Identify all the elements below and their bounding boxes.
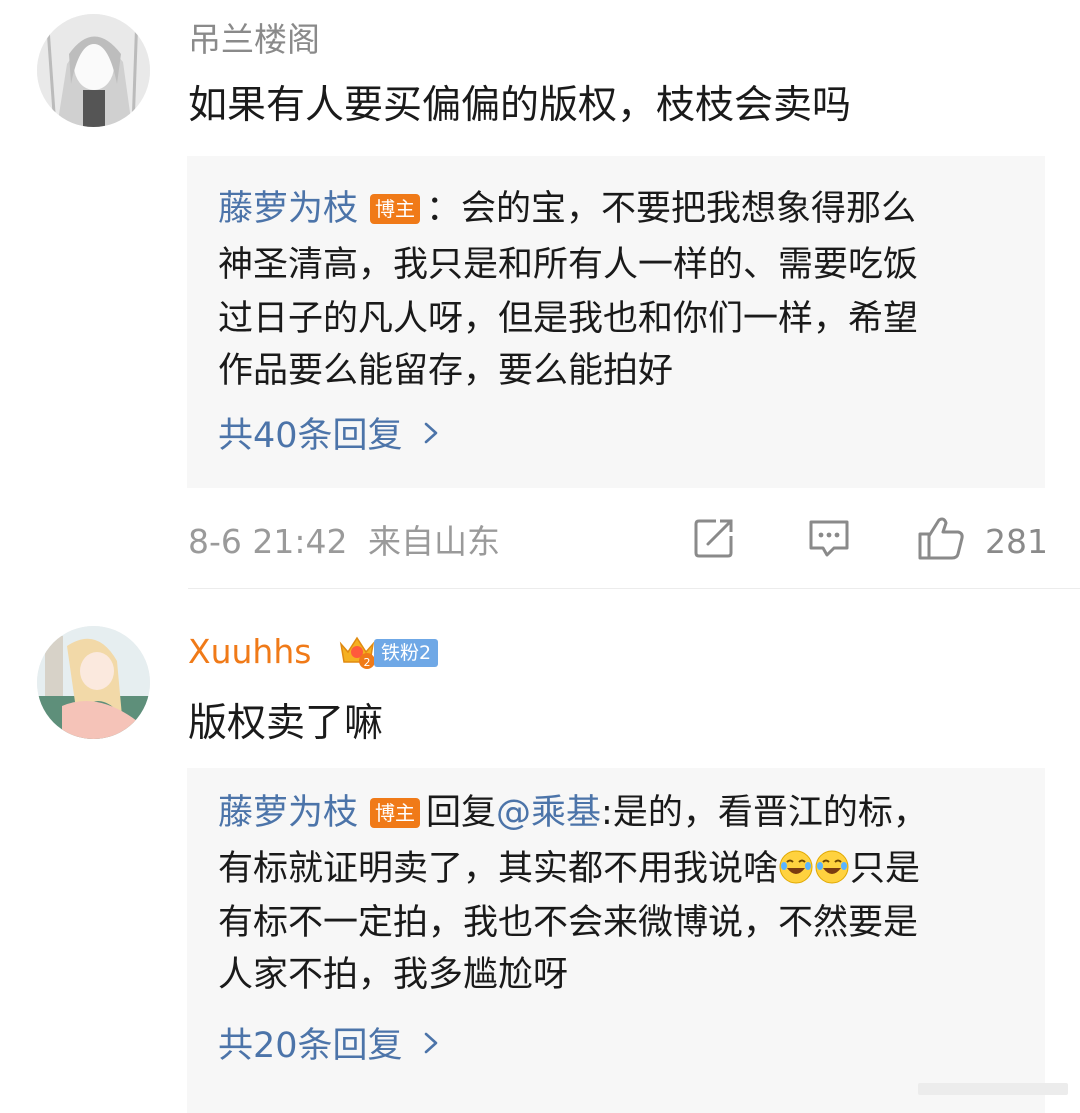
more-replies-link[interactable]: 共20条回复 — [218, 1024, 443, 1068]
reply-text: 人家不拍，我多尴尬呀 — [218, 955, 569, 995]
reply-author[interactable]: 藤萝为枝 — [218, 189, 358, 229]
like-icon[interactable] — [916, 514, 966, 562]
avatar-image — [37, 14, 150, 127]
laugh-cry-emoji-icon — [779, 850, 813, 884]
comment-icon[interactable] — [806, 516, 852, 560]
crown-icon: 2 — [339, 636, 375, 669]
reply-author[interactable]: 藤萝为枝 — [218, 793, 358, 833]
reply-line: 藤萝为枝 博主 ：会的宝，不要把我想象得那么 — [218, 182, 916, 236]
share-icon[interactable] — [692, 516, 736, 560]
timestamp: 8-6 21:42 — [188, 522, 348, 561]
mention-link[interactable]: @乘基 — [496, 793, 601, 833]
avatar[interactable] — [37, 14, 150, 127]
reply-prefix: 回复 — [426, 793, 497, 833]
watermark-logo — [918, 1083, 1068, 1095]
reply-box[interactable]: 藤萝为枝 博主 回复@乘基:是的，看晋江的标， 有标就证明卖了，其实都不用我说啥 只是… — [187, 768, 1045, 1113]
comment-item: 吊兰楼阁 如果有人要买偏偏的版权，枝枝会卖吗 藤萝为枝 博主 ：会的宝，不要把我想象… — [0, 0, 1080, 590]
reply-text: 神圣清高，我只是和所有人一样的、需要吃饭 — [218, 245, 919, 285]
comment-meta: 8-6 21:42 来自山东 — [188, 520, 500, 564]
divider — [188, 588, 1080, 589]
reply-text: 作品要么能留存，要么能拍好 — [218, 351, 674, 391]
reply-text: 有标就证明卖了，其实都不用我说啥 — [218, 849, 779, 889]
more-replies-label: 共20条回复 — [218, 1026, 403, 1066]
reply-line: 藤萝为枝 博主 回复@乘基:是的，看晋江的标， — [218, 786, 928, 840]
blogger-badge: 博主 — [370, 194, 421, 224]
fan-level-badge: 铁粉2 — [374, 639, 439, 667]
reply-line: 有标就证明卖了，其实都不用我说啥 只是 — [218, 842, 920, 896]
comment-item: Xuuhhs 2 铁粉2 版权卖了嘛 藤萝为枝 博主 回复@乘基:是的，看晋江的标，… — [0, 608, 1080, 1113]
username[interactable]: 吊兰楼阁 — [188, 20, 320, 60]
username[interactable]: Xuuhhs — [188, 632, 311, 672]
reply-text: 有标不一定拍，我也不会来微博说，不然要是 — [218, 903, 919, 943]
more-replies-label: 共40条回复 — [218, 416, 403, 456]
reply-text: 过日子的凡人呀，但是我也和你们一样，希望 — [218, 299, 919, 339]
reply-text: :是的，看晋江的标， — [601, 793, 928, 833]
like-count: 281 — [985, 522, 1048, 561]
chevron-right-icon — [424, 1032, 437, 1054]
avatar-image — [37, 626, 150, 739]
avatar[interactable] — [37, 626, 150, 739]
location: 来自山东 — [368, 522, 500, 561]
comment-text: 版权卖了嘛 — [188, 701, 384, 746]
reply-text: 只是 — [850, 849, 921, 889]
reply-box[interactable]: 藤萝为枝 博主 ：会的宝，不要把我想象得那么 神圣清高，我只是和所有人一样的、需要吃… — [187, 156, 1045, 488]
laugh-cry-emoji-icon — [815, 850, 849, 884]
svg-text:2: 2 — [364, 656, 371, 669]
chevron-right-icon — [424, 422, 437, 444]
reply-text: ：会的宝，不要把我想象得那么 — [426, 189, 917, 229]
blogger-badge: 博主 — [370, 798, 421, 828]
comment-text: 如果有人要买偏偏的版权，枝枝会卖吗 — [188, 83, 852, 128]
more-replies-link[interactable]: 共40条回复 — [218, 414, 443, 458]
